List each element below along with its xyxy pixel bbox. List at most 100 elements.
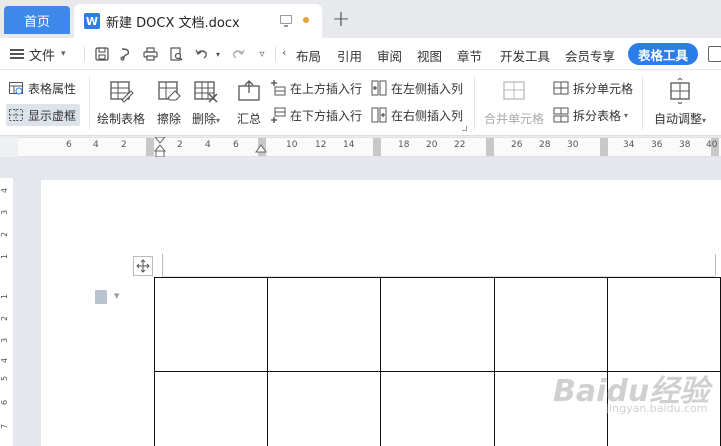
menu-icon [10, 49, 24, 59]
eraser-icon [158, 81, 181, 101]
table-move-handle[interactable] [133, 256, 153, 276]
draw-table-button[interactable]: 绘制表格 [97, 78, 145, 127]
tab-developer[interactable]: 开发工具 [500, 46, 550, 65]
insert-row-above-label: 在上方插入行 [290, 81, 363, 96]
new-tab-button[interactable]: + [330, 6, 352, 32]
document-table[interactable] [153, 277, 721, 446]
unsaved-dot-icon [303, 17, 309, 23]
tab-layout[interactable]: 布局 [296, 46, 321, 65]
vertical-ruler[interactable]: 4 3 2 1 1 2 3 4 5 6 7 [0, 178, 13, 446]
tab-table-tools[interactable]: 表格工具 [628, 43, 698, 65]
tab-member[interactable]: 会员专享 [565, 46, 615, 65]
redo-icon[interactable] [230, 46, 246, 62]
summary-button[interactable]: 汇总 [236, 78, 262, 127]
insert-row-below-button[interactable]: 在下方插入行 [270, 105, 362, 125]
merge-cells-button[interactable]: 合并单元格 [484, 78, 544, 127]
split-cells-label: 拆分单元格 [573, 81, 634, 96]
scroll-left-icon[interactable]: ‹ [282, 46, 286, 59]
table-cell[interactable] [267, 277, 382, 372]
home-tab[interactable]: 首页 [4, 6, 70, 34]
insert-col-right-button[interactable]: 在右侧插入列 [371, 105, 463, 125]
dialog-launcher-icon[interactable] [462, 126, 467, 131]
divider [275, 47, 276, 61]
chevron-down-icon: ▾ [624, 110, 629, 120]
insert-row-above-icon [271, 80, 286, 96]
wps-writer-icon: W [84, 13, 100, 29]
divider [89, 76, 90, 130]
delete-button[interactable]: 删除▾ [192, 78, 220, 127]
customize-dropdown-icon[interactable]: ▿ [254, 46, 270, 62]
merge-cells-icon [503, 81, 525, 100]
auto-fit-icon [670, 78, 690, 104]
margin-corner-left [162, 254, 163, 276]
summary-label: 汇总 [236, 112, 261, 126]
print-preview-icon[interactable] [168, 46, 184, 62]
table-properties-icon [9, 82, 23, 95]
summary-icon [238, 80, 260, 101]
chevron-down-icon: ▾ [61, 49, 66, 59]
save-icon[interactable] [94, 46, 110, 62]
watermark-url: jingyan.baidu.com [606, 402, 708, 415]
title-bar: 首页 W 新建 DOCX 文档.docx + [0, 0, 721, 38]
ribbon-toolbar: 表格属性 显示虚框 绘制表格 擦除 删除▾ 汇总 在上方插入行 在下方插入行 在… [0, 70, 721, 136]
auto-fit-label: 自动调整▾ [654, 112, 707, 126]
split-table-label: 拆分表格 [573, 108, 622, 123]
paragraph-layout-icon[interactable] [95, 290, 107, 304]
divider [642, 76, 643, 130]
draw-table-icon [110, 81, 134, 103]
split-cells-button[interactable]: 拆分单元格 [553, 78, 633, 98]
table-cell[interactable] [606, 277, 721, 372]
insert-col-left-button[interactable]: 在左侧插入列 [371, 78, 463, 98]
undo-icon[interactable] [194, 46, 210, 62]
split-table-icon [553, 107, 569, 123]
insert-row-above-button[interactable]: 在上方插入行 [270, 78, 362, 98]
table-properties-button[interactable]: 表格属性 [8, 78, 76, 98]
monitor-icon[interactable] [280, 15, 292, 27]
show-gridlines-button[interactable]: 显示虚框 [6, 104, 81, 126]
table-cell[interactable] [380, 277, 495, 372]
table-cell[interactable] [493, 277, 608, 372]
tab-references[interactable]: 引用 [337, 46, 362, 65]
horizontal-ruler[interactable]: 6 4 2 2 4 6 10 12 14 18 20 22 26 28 30 3… [0, 137, 721, 159]
tab-view[interactable]: 视图 [417, 46, 442, 65]
move-icon [136, 259, 150, 273]
insert-row-below-label: 在下方插入行 [290, 108, 363, 123]
draw-table-label: 绘制表格 [97, 112, 146, 126]
export-pdf-icon[interactable] [118, 46, 134, 62]
insert-col-right-icon [371, 107, 387, 123]
chevron-down-icon[interactable]: ▼ [114, 292, 119, 300]
split-table-button[interactable]: 拆分表格 ▾ [553, 105, 628, 125]
show-gridlines-label: 显示虚框 [28, 108, 77, 123]
file-menu-label: 文件 [29, 48, 56, 64]
erase-label: 擦除 [156, 112, 181, 126]
auto-fit-button[interactable]: 自动调整▾ [654, 78, 706, 127]
insert-col-left-label: 在左侧插入列 [391, 81, 464, 96]
erase-button[interactable]: 擦除 [156, 78, 182, 127]
undo-dropdown-icon[interactable]: ▾ [210, 46, 226, 62]
right-indent-marker-icon[interactable] [255, 143, 267, 153]
tab-section[interactable]: 章节 [457, 46, 482, 65]
table-properties-label: 表格属性 [28, 81, 77, 96]
print-icon[interactable] [142, 46, 158, 62]
divider [474, 76, 475, 130]
indent-marker-icon[interactable] [152, 137, 168, 159]
insert-col-left-icon [371, 80, 387, 96]
table-cell[interactable] [153, 277, 269, 372]
more-icon[interactable] [708, 46, 721, 62]
delete-label: 删除▾ [192, 112, 221, 126]
gridlines-icon [9, 109, 23, 121]
delete-table-icon [194, 81, 218, 103]
file-menu-button[interactable]: 文件 ▾ [10, 44, 66, 64]
document-tab[interactable]: W 新建 DOCX 文档.docx [74, 4, 322, 38]
table-cell[interactable] [380, 371, 495, 446]
insert-col-right-label: 在右侧插入列 [391, 108, 464, 123]
tab-review[interactable]: 审阅 [377, 46, 402, 65]
table-cell[interactable] [267, 371, 382, 446]
insert-row-below-icon [271, 107, 286, 123]
ribbon-tab-row: 文件 ▾ ▾ ▿ ‹ 布局 引用 审阅 视图 章节 开发工具 会员专享 表格工具 [0, 38, 721, 70]
table-row [153, 277, 721, 372]
document-tab-title: 新建 DOCX 文档.docx [106, 15, 240, 31]
table-cell[interactable] [153, 371, 269, 446]
divider [84, 47, 85, 61]
split-cells-icon [553, 81, 569, 95]
